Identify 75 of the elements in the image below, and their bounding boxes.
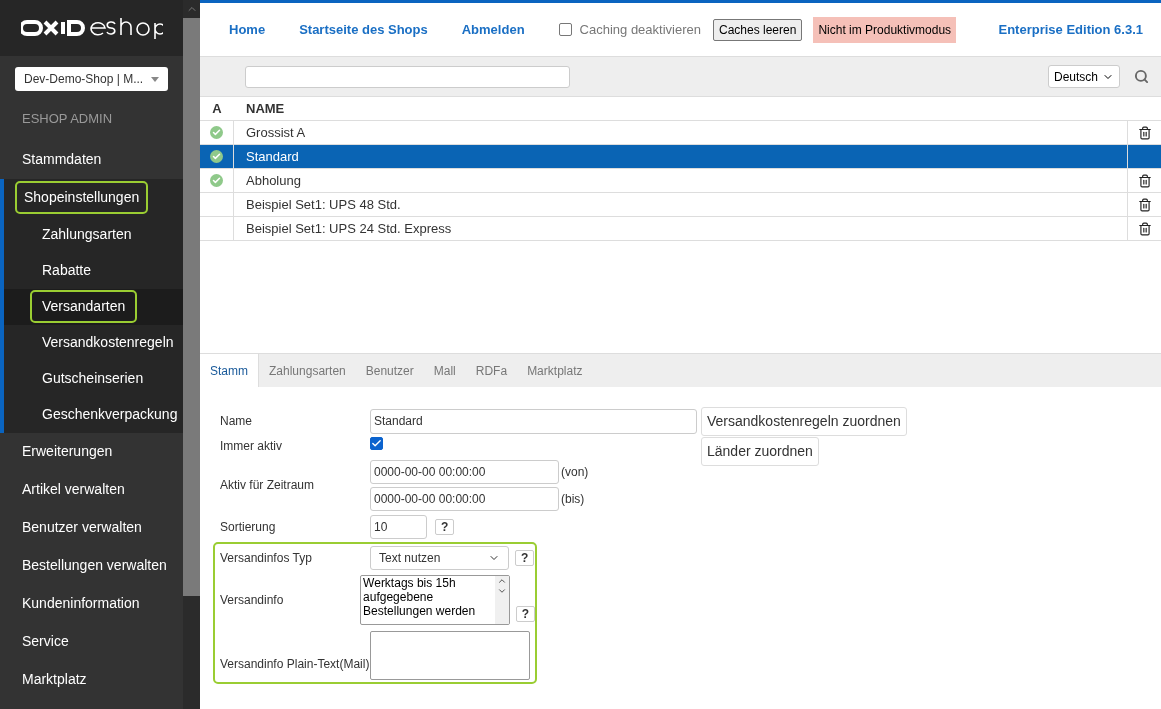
table-row[interactable]: Beispiel Set1: UPS 24 Std. Express <box>200 217 1161 241</box>
help-button[interactable]: ? <box>515 550 535 566</box>
menu-item[interactable]: Benutzer verwalten <box>13 511 151 544</box>
field-label: Versandinfo Plain-Text(Mail) <box>219 656 370 673</box>
menu-item[interactable]: Marktplatz <box>13 663 96 696</box>
trash-icon[interactable] <box>1137 197 1152 212</box>
field-label: Immer aktiv <box>219 438 283 455</box>
always-active-checkbox[interactable] <box>370 437 383 450</box>
section-heading: ESHOP ADMIN <box>21 110 114 128</box>
nav-link[interactable]: Abmelden <box>461 19 525 40</box>
tab[interactable]: RDFa <box>465 354 518 387</box>
submenu-item[interactable]: Gutscheinserien <box>30 362 156 395</box>
name-field[interactable]: Standard <box>370 408 697 434</box>
plain-text-area[interactable] <box>370 630 530 680</box>
field-label: Sortierung <box>219 519 277 536</box>
tab[interactable]: Zahlungsarten <box>259 354 356 387</box>
field-label: Aktiv für Zeitraum <box>219 477 316 494</box>
column-header[interactable]: NAME <box>234 98 285 119</box>
assign-button[interactable]: Versandkostenregeln zuordnen <box>701 406 907 436</box>
menu-item[interactable]: Bestellungen verwalten <box>13 549 176 582</box>
help-button[interactable]: ? <box>435 519 455 535</box>
tab[interactable]: Mall <box>423 354 466 387</box>
submenu-item[interactable]: Zahlungsarten <box>30 218 144 251</box>
scrollbar[interactable] <box>183 0 200 709</box>
table-cell-text: Grossist A <box>245 123 307 142</box>
table-row[interactable]: Beispiel Set1: UPS 48 Std. <box>200 193 1161 217</box>
dropdown-arrow-icon <box>151 76 159 82</box>
mode-badge: Nicht im Produktivmodus <box>813 16 957 43</box>
menu-item[interactable]: Erweiterungen <box>13 435 122 468</box>
tab[interactable]: Benutzer <box>355 354 424 387</box>
info-textarea[interactable]: Werktags bis 15h aufgegebene Bestellungen werden <box>360 575 510 625</box>
menu-item[interactable]: Stammdaten <box>13 143 111 176</box>
clear-caches-button[interactable]: Caches leeren <box>713 18 803 41</box>
nav-link[interactable]: Home <box>229 19 266 40</box>
menu-item[interactable]: Artikel verwalten <box>13 473 134 506</box>
submenu-item[interactable]: Rabatte <box>30 254 104 287</box>
table-row[interactable]: Abholung <box>200 169 1161 193</box>
menu-item[interactable]: Kundeninformation <box>13 587 149 620</box>
menu-item[interactable]: Shopeinstellungen <box>15 181 149 214</box>
table-cell-text: Abholung <box>245 171 302 190</box>
date-from-field[interactable]: 0000-00-00 00:00:00 <box>370 459 559 484</box>
tab[interactable]: Stamm <box>200 354 259 387</box>
shop-select[interactable]: Dev-Demo-Shop | M... <box>15 67 168 91</box>
field-suffix: (bis) <box>561 490 585 508</box>
trash-icon[interactable] <box>1137 221 1152 236</box>
date-to-field[interactable]: 0000-00-00 00:00:00 <box>370 486 559 511</box>
field-label: Versandinfo <box>219 592 285 609</box>
submenu-item[interactable]: Versandarten <box>30 290 138 323</box>
search-icon[interactable] <box>1134 69 1149 84</box>
language-select[interactable]: Deutsch <box>1048 65 1120 88</box>
caching-checkbox[interactable] <box>558 23 572 36</box>
scroll-up-icon[interactable] <box>496 576 507 586</box>
submenu-item[interactable]: Geschenkverpackung <box>30 398 183 431</box>
table-cell-text: Beispiel Set1: UPS 48 Std. <box>245 195 402 214</box>
column-header[interactable]: A <box>200 98 234 119</box>
tab[interactable]: Marktplatz <box>517 354 593 387</box>
table-cell-text: Standard <box>245 147 300 166</box>
search-field[interactable] <box>245 65 570 88</box>
field-label: Versandinfos Typ <box>219 550 313 567</box>
trash-icon[interactable] <box>1137 173 1152 188</box>
submenu-item[interactable]: Versandkostenregeln <box>30 326 183 359</box>
help-button[interactable]: ? <box>515 606 535 622</box>
type-select[interactable]: Text nutzen <box>370 546 509 570</box>
checkbox-label: Caching deaktivieren <box>579 20 701 39</box>
assign-button[interactable]: Länder zuordnen <box>701 437 819 466</box>
menu-item[interactable]: Service <box>13 625 78 658</box>
table-cell-text: Beispiel Set1: UPS 24 Std. Express <box>245 219 453 238</box>
field-label: Name <box>219 413 253 430</box>
trash-icon[interactable] <box>1137 125 1152 140</box>
sort-field[interactable]: 10 <box>370 515 427 539</box>
scroll-down-icon[interactable] <box>496 586 507 596</box>
table-row[interactable]: Standard <box>200 145 1161 169</box>
edition-label: Enterprise Edition 6.3.1 <box>998 20 1143 39</box>
nav-link[interactable]: Startseite des Shops <box>299 19 428 40</box>
field-suffix: (von) <box>561 463 589 481</box>
